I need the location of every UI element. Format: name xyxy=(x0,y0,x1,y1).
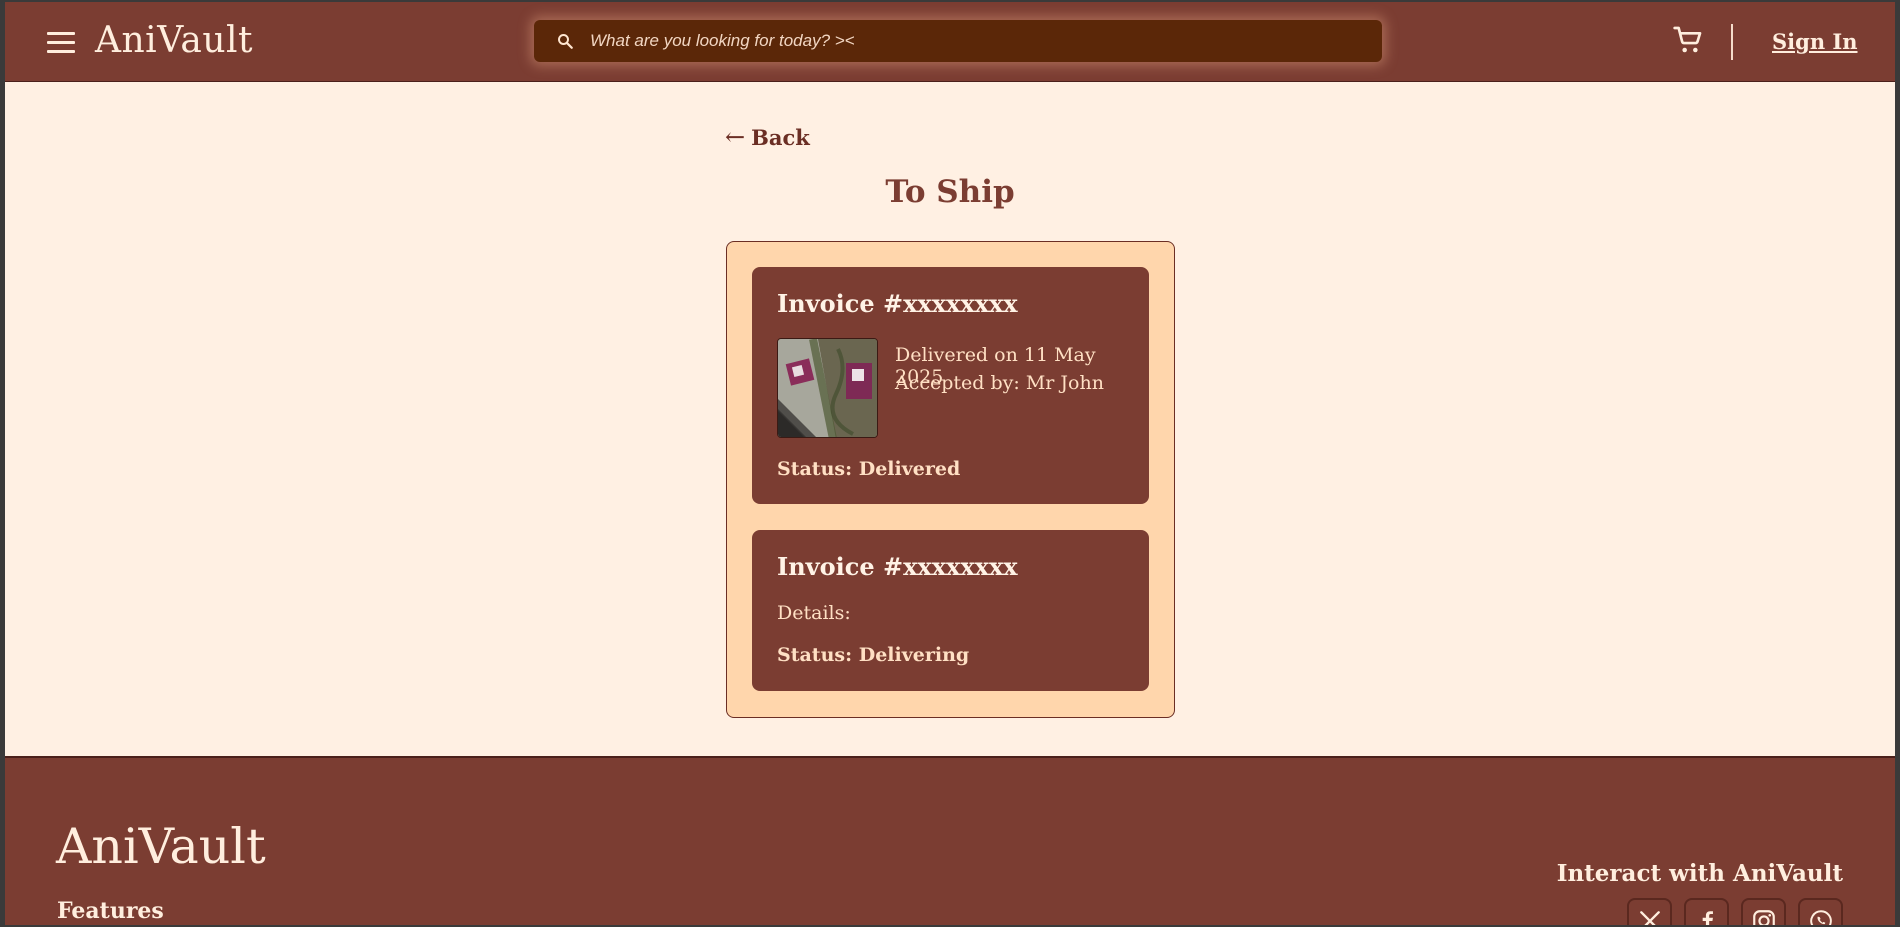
back-arrow-icon: ← xyxy=(725,123,746,151)
order-card[interactable]: Invoice #xxxxxxxx Details: Status: Deliv… xyxy=(752,530,1149,691)
order-status: Status: Delivering xyxy=(777,644,970,666)
delivery-photo[interactable] xyxy=(777,338,878,438)
delivery-photo-image xyxy=(778,339,877,437)
header-divider xyxy=(1731,24,1733,60)
order-card[interactable]: Invoice #xxxxxxxx Delivered on 11 May 20… xyxy=(752,267,1149,504)
footer-features-heading: Features xyxy=(57,898,164,924)
sign-in-link[interactable]: Sign In xyxy=(1772,29,1858,54)
search-input[interactable] xyxy=(590,20,1360,62)
orders-panel: Invoice #xxxxxxxx Delivered on 11 May 20… xyxy=(726,241,1175,718)
x-icon[interactable] xyxy=(1627,898,1672,925)
cart-icon[interactable] xyxy=(1672,24,1704,56)
facebook-icon[interactable] xyxy=(1684,898,1729,925)
search-bar xyxy=(534,20,1382,62)
invoice-number: Invoice #xxxxxxxx xyxy=(777,552,1018,581)
order-status: Status: Delivered xyxy=(777,458,961,480)
footer-logo[interactable]: AniVault xyxy=(56,818,266,875)
page-title: To Ship xyxy=(885,174,1015,210)
instagram-icon[interactable] xyxy=(1741,898,1786,925)
search-icon[interactable] xyxy=(556,32,574,50)
footer-interact-heading: Interact with AniVault xyxy=(1556,860,1843,887)
back-link[interactable]: ← Back xyxy=(725,123,810,151)
hamburger-menu-icon[interactable] xyxy=(47,30,75,56)
top-navbar: AniVault Sign In xyxy=(5,2,1895,82)
accepted-by: Accepted by: Mr John xyxy=(895,372,1104,394)
back-label: Back xyxy=(751,125,810,150)
order-details: Details: xyxy=(777,602,851,624)
social-links xyxy=(1627,898,1843,925)
whatsapp-icon[interactable] xyxy=(1798,898,1843,925)
site-footer: AniVault Features Interact with AniVault xyxy=(5,756,1895,925)
invoice-number: Invoice #xxxxxxxx xyxy=(777,289,1018,318)
site-logo[interactable]: AniVault xyxy=(95,20,253,61)
app-window: AniVault Sign In ←Back To Ship Invoice #… xyxy=(5,2,1895,925)
